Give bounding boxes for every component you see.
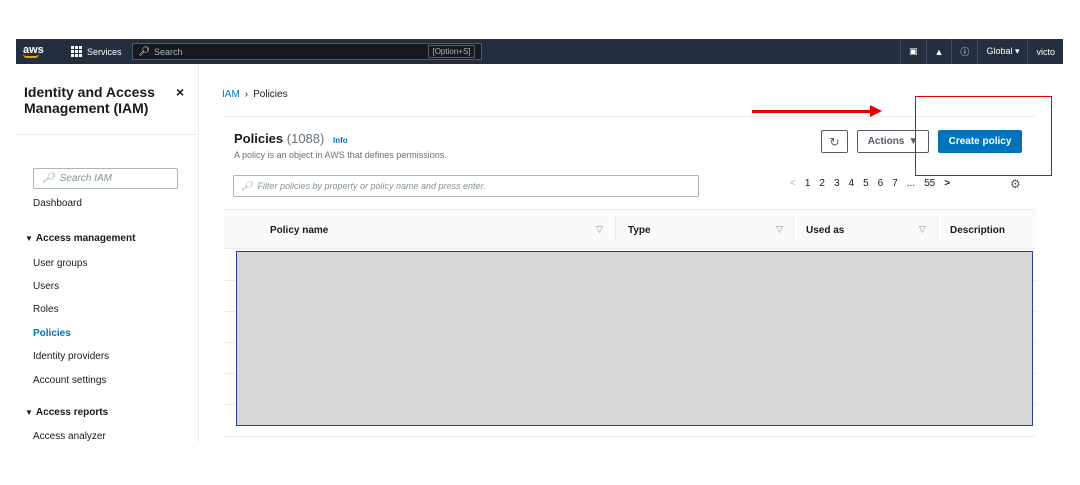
- sidebar-item-policies[interactable]: Policies: [33, 328, 71, 339]
- refresh-icon: ↻: [829, 134, 840, 149]
- sidebar-item-dashboard[interactable]: Dashboard: [33, 198, 82, 209]
- sidebar-section-label: Access reports: [35, 407, 109, 418]
- aws-logo[interactable]: aws: [16, 45, 61, 58]
- page-2[interactable]: 2: [819, 178, 825, 189]
- sidebar-item-identity-providers[interactable]: Identity providers: [33, 351, 109, 362]
- annotation-arrow: [752, 110, 872, 113]
- global-search-placeholder: Search: [153, 46, 183, 57]
- sidebar-item-user-groups[interactable]: User groups: [33, 258, 87, 269]
- gear-icon[interactable]: ⚙: [1010, 177, 1021, 191]
- services-menu-button[interactable]: Services: [61, 39, 132, 64]
- column-header-description[interactable]: Description: [950, 225, 1005, 236]
- column-header-used-as[interactable]: Used as: [806, 225, 844, 236]
- annotation-highlight-box: [915, 96, 1052, 176]
- table-bottom-border: [224, 436, 1036, 437]
- sidebar-title: Identity and Access Management (IAM): [24, 84, 155, 116]
- top-navigation-bar: aws Services 🔎︎ Search [Option+S] ▣ ▲ ⓘ …: [16, 39, 1063, 64]
- search-shortcut-hint: [Option+S]: [428, 45, 475, 58]
- search-icon: 🔎︎: [42, 173, 55, 184]
- page-7[interactable]: 7: [892, 178, 898, 189]
- sort-icon[interactable]: ▽: [919, 224, 926, 235]
- page-1[interactable]: 1: [805, 178, 811, 189]
- page-6[interactable]: 6: [878, 178, 884, 189]
- panel-description: A policy is an object in AWS that define…: [234, 150, 447, 160]
- redacted-table-rows: [236, 251, 1033, 426]
- services-label: Services: [87, 46, 122, 57]
- aws-logo-text: aws: [23, 44, 44, 56]
- page-ellipsis: ...: [906, 178, 916, 189]
- region-selector[interactable]: Global ▾: [977, 39, 1027, 64]
- sidebar-item-roles[interactable]: Roles: [33, 304, 59, 315]
- pagination-prev-icon[interactable]: <: [790, 178, 796, 189]
- column-separator[interactable]: [793, 216, 794, 242]
- column-separator[interactable]: [937, 216, 938, 242]
- account-menu[interactable]: victo: [1027, 39, 1063, 64]
- search-icon: 🔎︎: [241, 180, 253, 191]
- breadcrumb-current: Policies: [253, 89, 288, 100]
- breadcrumb-iam-link[interactable]: IAM: [222, 89, 240, 100]
- sort-icon[interactable]: ▽: [596, 224, 603, 235]
- sidebar-item-account-settings[interactable]: Account settings: [33, 375, 106, 386]
- sidebar-divider: [16, 134, 199, 135]
- global-search-input[interactable]: 🔎︎ Search [Option+S]: [131, 43, 482, 60]
- breadcrumb: IAM › Policies: [222, 89, 288, 100]
- cloudshell-icon[interactable]: ▣: [899, 39, 926, 64]
- sidebar-search-input[interactable]: 🔎︎ Search IAM: [33, 168, 178, 189]
- column-header-type[interactable]: Type: [628, 225, 651, 236]
- page-5[interactable]: 5: [863, 178, 869, 189]
- sidebar-section-access-management[interactable]: ▼ Access management: [25, 233, 135, 244]
- help-icon[interactable]: ⓘ: [951, 39, 977, 64]
- caret-down-icon: ▼: [25, 408, 33, 417]
- sidebar-section-access-reports[interactable]: ▼ Access reports: [25, 407, 108, 418]
- page-title: Policies (1088) Info: [234, 131, 348, 146]
- page-3[interactable]: 3: [834, 178, 840, 189]
- refresh-button[interactable]: ↻: [821, 130, 848, 153]
- close-icon[interactable]: ×: [176, 84, 184, 100]
- page-55[interactable]: 55: [924, 178, 935, 189]
- info-link[interactable]: Info: [333, 136, 348, 145]
- annotation-arrow-head: [870, 105, 882, 117]
- policy-count: (1088): [286, 131, 325, 146]
- pagination-next-icon[interactable]: >: [944, 178, 950, 189]
- search-icon: 🔎︎: [138, 46, 150, 56]
- topbar-right-group: ▣ ▲ ⓘ Global ▾ victo: [899, 39, 1063, 64]
- column-header-policy-name[interactable]: Policy name: [270, 225, 328, 236]
- sidebar-item-access-analyzer[interactable]: Access analyzer: [33, 431, 106, 442]
- policy-filter-input[interactable]: 🔎︎ Filter policies by property or policy…: [233, 175, 699, 197]
- page-4[interactable]: 4: [849, 178, 855, 189]
- sort-icon[interactable]: ▽: [776, 224, 783, 235]
- column-separator[interactable]: [615, 216, 616, 242]
- pagination: < 1 2 3 4 5 6 7 ... 55 >: [790, 178, 950, 189]
- notifications-bell-icon[interactable]: ▲: [925, 39, 952, 64]
- caret-down-icon: ▼: [25, 234, 33, 243]
- breadcrumb-separator: ›: [244, 89, 249, 100]
- filter-placeholder: Filter policies by property or policy na…: [257, 181, 486, 191]
- actions-label: Actions: [867, 136, 905, 147]
- sidebar-section-label: Access management: [35, 233, 136, 244]
- services-grid-icon: [71, 46, 82, 57]
- sidebar-item-users[interactable]: Users: [33, 281, 59, 292]
- panel-title-text: Policies: [234, 131, 284, 146]
- sidebar-search-placeholder: Search IAM: [59, 173, 112, 184]
